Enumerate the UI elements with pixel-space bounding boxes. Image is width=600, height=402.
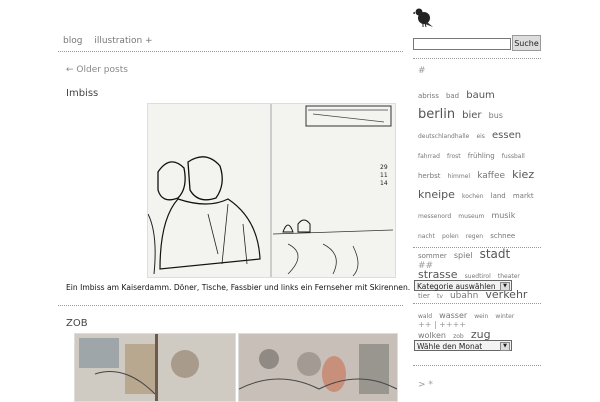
tag-link-wasser[interactable]: wasser xyxy=(439,311,467,320)
sidebar-divider-1 xyxy=(413,58,541,59)
categories-select-value: Kategorie auswählen xyxy=(417,282,496,291)
sidebar-divider-3 xyxy=(413,303,541,304)
chevron-down-icon: ▼ xyxy=(500,282,510,291)
post-image-zob-1[interactable] xyxy=(74,333,236,402)
tag-link-abriss[interactable]: abriss xyxy=(418,92,439,100)
tag-link-tv[interactable]: tv xyxy=(437,293,443,300)
bottom-heading: > * xyxy=(418,380,433,390)
tag-link-land[interactable]: land xyxy=(491,192,506,200)
tag-link-museum[interactable]: museum xyxy=(458,213,484,220)
tag-link-himmel[interactable]: himmel xyxy=(448,173,471,180)
sketch-date-day: 29 xyxy=(380,164,388,171)
tag-link-baum[interactable]: baum xyxy=(466,90,495,101)
nav-item-blog[interactable]: blog xyxy=(63,36,82,46)
archive-heading: ++ | ++++ xyxy=(418,320,466,329)
tag-link-kaffee[interactable]: kaffee xyxy=(477,171,505,181)
sketch-zob-1 xyxy=(75,334,235,401)
tag-link-wein[interactable]: wein xyxy=(474,313,488,320)
tag-link-sommer[interactable]: sommer xyxy=(418,252,447,260)
nav-divider xyxy=(58,51,403,52)
sketch-imbiss xyxy=(148,104,395,277)
tags-heading: # xyxy=(418,66,426,76)
post-caption-imbiss: Ein Imbiss am Kaiserdamm. Döner, Tische,… xyxy=(66,283,411,292)
categories-select[interactable]: Kategorie auswählen ▼ xyxy=(414,280,512,291)
tag-link-deutschlandhalle[interactable]: deutschlandhalle xyxy=(418,133,469,140)
tag-link-frühling[interactable]: frühling xyxy=(468,152,495,160)
tag-link-bus[interactable]: bus xyxy=(489,111,503,120)
chevron-down-icon: ▼ xyxy=(500,342,510,351)
tag-cloud: abriss bad baum berlin bier bus deutschl… xyxy=(418,83,540,343)
tag-link-winter[interactable]: winter xyxy=(495,313,514,320)
post-image-zob-2[interactable] xyxy=(238,333,398,402)
tag-link-wolken[interactable]: wolken xyxy=(418,331,446,340)
sketch-date: 29 11 14 xyxy=(380,164,388,188)
post-divider xyxy=(58,305,403,306)
tag-link-eis[interactable]: eis xyxy=(476,133,484,140)
categories-heading: ## xyxy=(418,261,434,271)
tag-link-ubahn[interactable]: ubahn xyxy=(450,291,478,301)
tag-link-nacht[interactable]: nacht xyxy=(418,233,435,240)
tag-link-kochen[interactable]: kochen xyxy=(462,193,484,200)
tag-link-bier[interactable]: bier xyxy=(462,110,481,121)
top-nav: blog illustration + xyxy=(63,36,162,46)
post-image-imbiss[interactable]: 29 11 14 xyxy=(147,103,396,278)
post-title-imbiss[interactable]: Imbiss xyxy=(66,88,98,99)
nav-item-illustration[interactable]: illustration + xyxy=(94,36,152,46)
sidebar-divider-4 xyxy=(413,365,541,366)
tag-link-fahrrad[interactable]: fahrrad xyxy=(418,153,440,160)
tag-link-messenord[interactable]: messenord xyxy=(418,213,451,220)
tag-link-stadt[interactable]: stadt xyxy=(480,247,511,261)
sketch-date-year: 14 xyxy=(380,180,388,187)
tag-link-kneipe[interactable]: kneipe xyxy=(418,188,455,201)
post-title-zob[interactable]: ZOB xyxy=(66,318,88,329)
tag-link-berlin[interactable]: berlin xyxy=(418,107,455,122)
tag-link-bad[interactable]: bad xyxy=(446,92,459,100)
sketch-zob-2 xyxy=(239,334,397,401)
older-posts-link[interactable]: ← Older posts xyxy=(66,65,128,75)
tag-link-kiez[interactable]: kiez xyxy=(512,168,534,181)
crow-logo-icon xyxy=(413,8,433,28)
tag-link-musik[interactable]: musik xyxy=(491,211,515,220)
tag-link-polen[interactable]: polen xyxy=(442,233,459,240)
tag-link-tier[interactable]: tier xyxy=(418,292,430,300)
sidebar-divider-2 xyxy=(413,247,541,248)
tag-link-fussball[interactable]: fussball xyxy=(502,153,525,160)
search-button[interactable]: Suche xyxy=(512,35,541,51)
archive-select[interactable]: Wähle den Monat ▼ xyxy=(414,340,512,351)
sketch-date-month: 11 xyxy=(380,172,388,179)
archive-select-value: Wähle den Monat xyxy=(417,342,483,351)
tag-link-schnee[interactable]: schnee xyxy=(490,232,515,240)
search-input[interactable] xyxy=(413,38,511,50)
tag-link-spiel[interactable]: spiel xyxy=(454,251,473,260)
tag-link-markt[interactable]: markt xyxy=(513,192,534,200)
tag-link-frost[interactable]: frost xyxy=(447,153,461,160)
tag-link-herbst[interactable]: herbst xyxy=(418,172,440,180)
tag-link-essen[interactable]: essen xyxy=(492,130,521,141)
tag-link-regen[interactable]: regen xyxy=(466,233,483,240)
